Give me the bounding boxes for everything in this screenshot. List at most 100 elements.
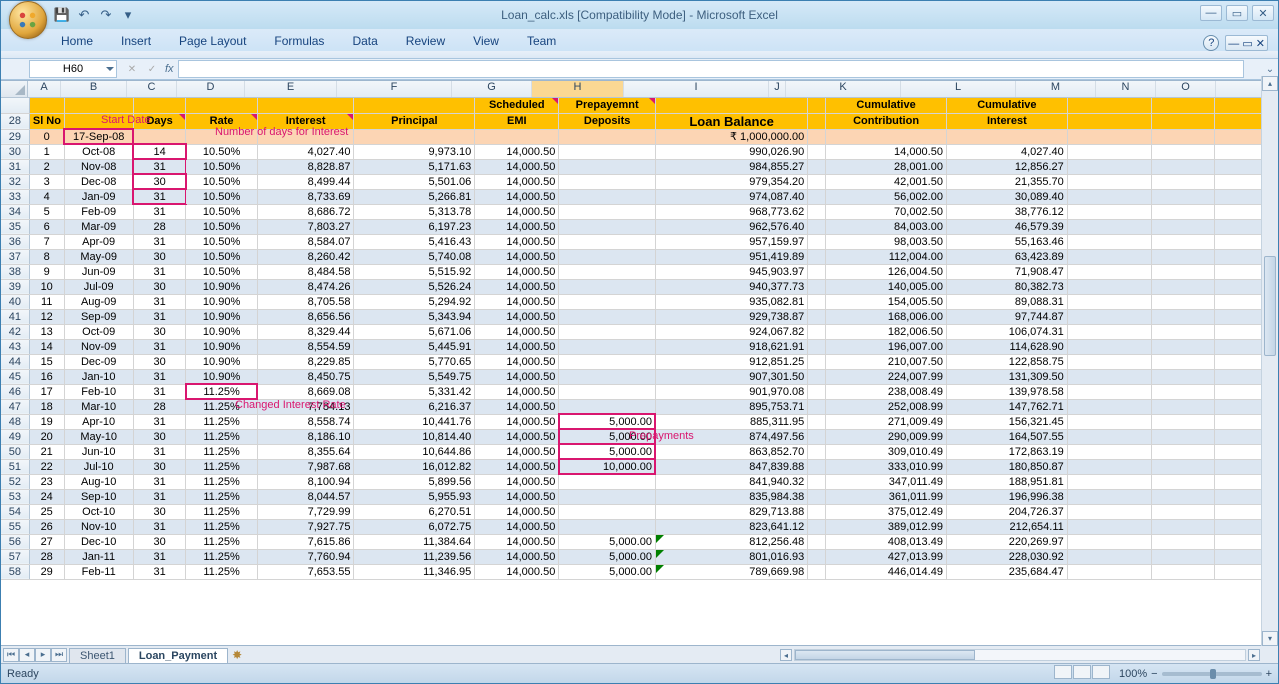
row-header[interactable]: 35 [1,219,29,234]
cell[interactable] [1067,234,1151,249]
cell[interactable]: 8,484.58 [257,264,354,279]
cell[interactable]: 14,000.50 [475,354,559,369]
cell[interactable]: 10.90% [186,294,257,309]
cell[interactable] [808,219,826,234]
cell[interactable]: 1 [29,144,64,159]
row-header[interactable]: 48 [1,414,29,429]
tab-review[interactable]: Review [392,31,459,51]
cell[interactable]: 5,671.06 [354,324,475,339]
col-header[interactable]: O [1156,81,1216,97]
h-scroll-thumb[interactable] [795,650,975,660]
cell[interactable]: 5,000.00 [559,429,656,444]
cell[interactable] [808,369,826,384]
sheet-nav-first-icon[interactable]: ⏮ [3,648,19,662]
cell[interactable]: 8,474.26 [257,279,354,294]
cell[interactable]: 14,000.50 [475,324,559,339]
cell[interactable] [1067,519,1151,534]
cell[interactable]: 10.50% [186,174,257,189]
sheet-nav-last-icon[interactable]: ⏭ [51,648,67,662]
cell[interactable]: 957,159.97 [655,234,807,249]
cell[interactable] [808,504,826,519]
cell[interactable]: Prepayemnt [559,98,656,113]
tab-home[interactable]: Home [47,31,107,51]
cell[interactable]: 196,007.00 [826,339,947,354]
cell[interactable]: Aug-10 [64,474,133,489]
cell[interactable] [1067,459,1151,474]
row-header[interactable]: 45 [1,369,29,384]
cell[interactable]: 30 [133,279,186,294]
cell[interactable]: 11.25% [186,534,257,549]
cell[interactable]: 17-Sep-08 [64,129,133,144]
cell[interactable]: 11.25% [186,489,257,504]
cell[interactable] [1151,459,1214,474]
cell[interactable]: 6,072.75 [354,519,475,534]
cell[interactable] [946,129,1067,144]
scroll-up-icon[interactable]: ▴ [1262,76,1278,91]
cell[interactable]: 212,654.11 [946,519,1067,534]
col-header[interactable]: A [28,81,61,97]
cell[interactable] [1151,98,1214,113]
cell[interactable]: 11.25% [186,564,257,579]
cell[interactable]: 11,239.56 [354,549,475,564]
new-sheet-icon[interactable]: ✸ [232,648,250,662]
cell[interactable]: 25 [29,504,64,519]
cell[interactable]: 30 [133,174,186,189]
cell[interactable]: 5,955.93 [354,489,475,504]
cell[interactable] [1067,339,1151,354]
col-header[interactable]: D [177,81,245,97]
cell[interactable]: 408,013.49 [826,534,947,549]
cell[interactable]: 5,266.81 [354,189,475,204]
cell[interactable]: 5,445.91 [354,339,475,354]
cell[interactable] [559,174,656,189]
cell[interactable]: 22 [29,459,64,474]
cell[interactable]: 30 [133,459,186,474]
cell[interactable] [133,129,186,144]
cell[interactable]: 885,311.95 [655,414,807,429]
cell[interactable]: 924,067.82 [655,324,807,339]
cell[interactable]: 789,669.98 [655,564,807,579]
cell[interactable]: Interest [946,113,1067,129]
cell[interactable]: 220,269.97 [946,534,1067,549]
cell[interactable] [1151,444,1214,459]
cell[interactable]: 55,163.46 [946,234,1067,249]
cell[interactable]: 5,416.43 [354,234,475,249]
cell[interactable] [1067,429,1151,444]
cell[interactable]: 112,004.00 [826,249,947,264]
cell[interactable] [354,98,475,113]
cell[interactable]: 172,863.19 [946,444,1067,459]
cell[interactable]: 31 [133,204,186,219]
cell[interactable]: 180,850.87 [946,459,1067,474]
cell[interactable]: 14,000.50 [475,174,559,189]
cell[interactable] [1067,113,1151,129]
row-header[interactable]: 55 [1,519,29,534]
save-icon[interactable]: 💾 [53,6,71,24]
cell[interactable] [1151,294,1214,309]
sheet-nav-next-icon[interactable]: ▸ [35,648,51,662]
cell[interactable]: Jul-10 [64,459,133,474]
cell[interactable]: Mar-09 [64,219,133,234]
cell[interactable]: Interest [257,113,354,129]
cell[interactable]: 122,858.75 [946,354,1067,369]
cell[interactable]: 895,753.71 [655,399,807,414]
row-header[interactable]: 28 [1,113,29,129]
cell[interactable]: Oct-09 [64,324,133,339]
cell[interactable] [826,129,947,144]
col-header[interactable]: H [532,81,624,97]
cell[interactable] [1151,159,1214,174]
cell[interactable] [1067,474,1151,489]
cell[interactable] [808,264,826,279]
cell[interactable]: 71,908.47 [946,264,1067,279]
cell[interactable]: 5,343.94 [354,309,475,324]
cell[interactable]: 14,000.50 [475,264,559,279]
cell[interactable]: 8,669.08 [257,384,354,399]
col-header[interactable]: I [624,81,769,97]
cell[interactable]: 10,644.86 [354,444,475,459]
cell[interactable]: 14,000.50 [475,309,559,324]
cell[interactable]: 812,256.48 [655,534,807,549]
cell[interactable] [559,144,656,159]
row-header[interactable]: 52 [1,474,29,489]
cell[interactable]: 333,010.99 [826,459,947,474]
cell[interactable] [1151,564,1214,579]
cell[interactable]: Jun-10 [64,444,133,459]
redo-icon[interactable]: ↷ [97,6,115,24]
